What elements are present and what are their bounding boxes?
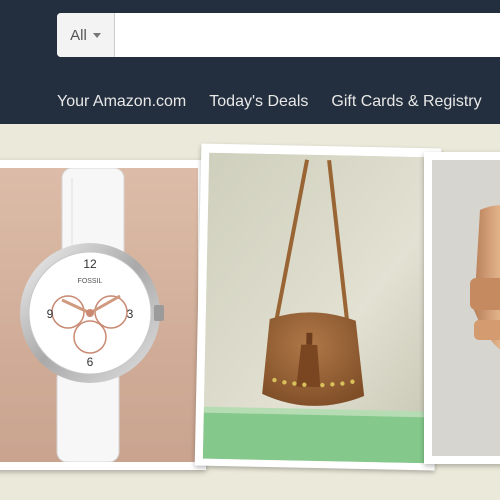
bag-illustration — [202, 152, 434, 464]
svg-text:12: 12 — [83, 257, 97, 271]
watch-illustration: 12 9 3 6 FOSSIL — [0, 168, 198, 462]
nav-bar: Your Amazon.com Today's Deals Gift Cards… — [57, 93, 482, 111]
svg-text:9: 9 — [47, 307, 54, 321]
product-card-sandal[interactable] — [424, 152, 500, 464]
nav-link-your-amazon[interactable]: Your Amazon.com — [57, 93, 186, 111]
watch-brand-mark: FOSSIL — [78, 278, 103, 285]
search-input[interactable] — [115, 13, 500, 57]
search-department-dropdown[interactable]: All — [57, 13, 115, 57]
sandal-illustration — [432, 160, 500, 456]
svg-text:6: 6 — [87, 355, 94, 369]
product-image-watch: 12 9 3 6 FOSSIL — [0, 168, 198, 462]
top-header: All Your Amazon.com Today's Deals Gift C… — [0, 0, 500, 124]
nav-link-gift-cards-registry[interactable]: Gift Cards & Registry — [331, 93, 481, 111]
search-bar: All — [57, 13, 500, 57]
nav-link-todays-deals[interactable]: Today's Deals — [209, 93, 308, 111]
product-image-bag — [202, 152, 434, 464]
svg-text:3: 3 — [127, 307, 134, 321]
chevron-down-icon — [92, 32, 101, 38]
search-department-label: All — [70, 26, 87, 44]
product-image-sandal — [432, 160, 500, 456]
product-card-watch[interactable]: 12 9 3 6 FOSSIL — [0, 160, 206, 470]
product-card-bag[interactable] — [194, 143, 442, 471]
